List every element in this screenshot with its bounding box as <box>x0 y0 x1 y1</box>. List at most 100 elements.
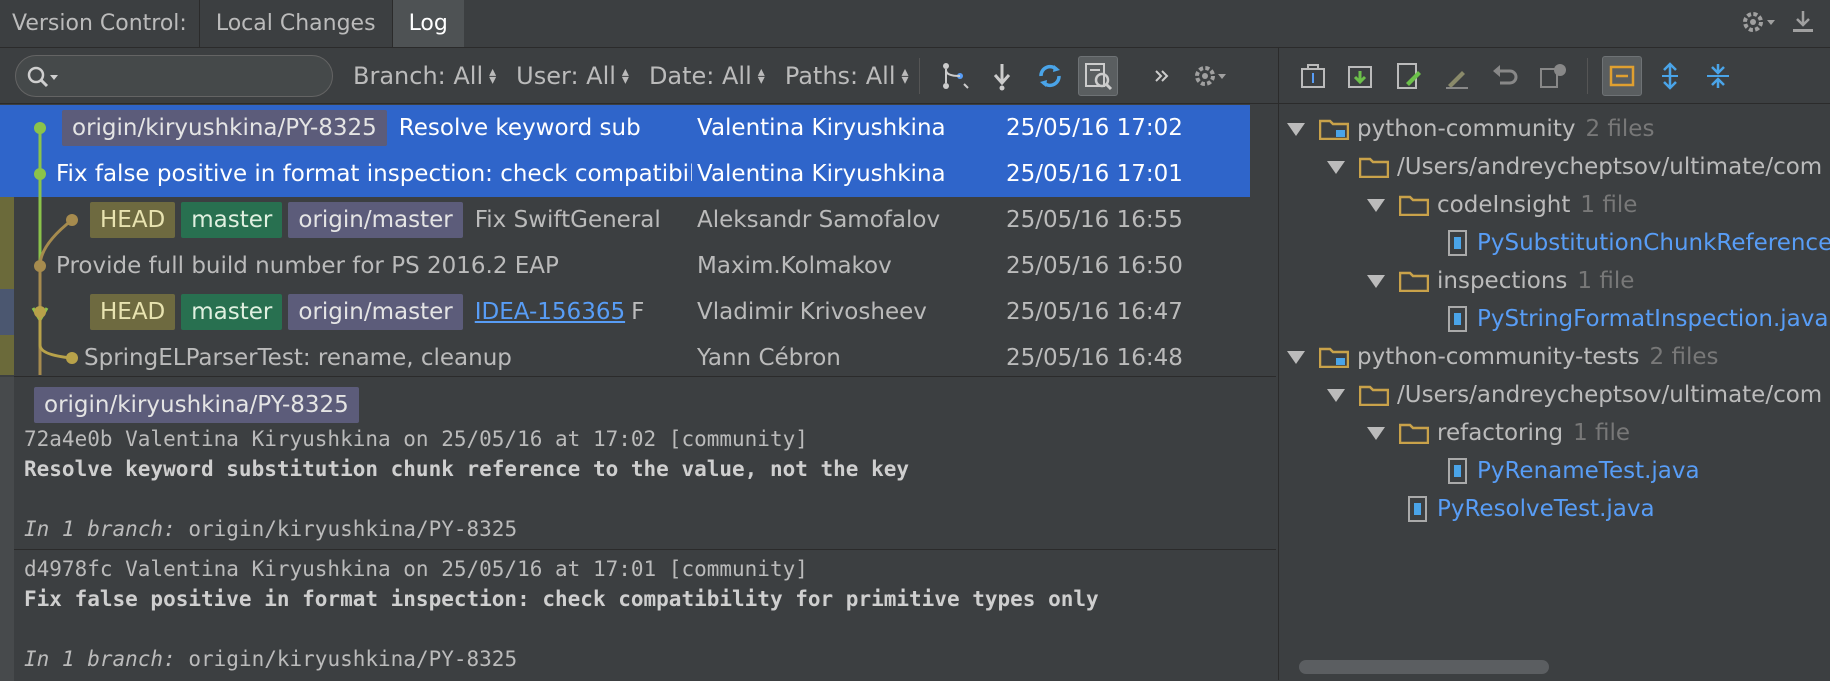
branch-prefix: In 1 branch: <box>24 517 176 541</box>
tab-log[interactable]: Log <box>391 0 464 47</box>
branch-filter-label: Branch: All <box>353 61 484 90</box>
updown-arrow-icon: ▴ ▾ <box>901 63 909 88</box>
details-header: d4978fc Valentina Kiryushkina on 25/05/1… <box>24 557 808 581</box>
cherry-pick-icon[interactable] <box>1293 56 1333 96</box>
settings-gear-icon[interactable] <box>1190 56 1230 96</box>
ref-label-master: master <box>181 294 283 330</box>
hide-panel-icon[interactable] <box>1790 8 1816 40</box>
tree-folder-node[interactable]: /Users/andreycheptsov/ultimate/com <box>1327 148 1822 186</box>
tree-file-label: PyRenameTest.java <box>1477 458 1700 484</box>
commit-row[interactable]: HEAD master origin/master IDEA-156365 F … <box>0 289 1250 335</box>
commit-row[interactable]: HEAD master origin/master Fix SwiftGener… <box>0 197 1250 243</box>
tree-node-label: python-community-tests <box>1357 344 1640 370</box>
tab-local-changes[interactable]: Local Changes <box>198 0 392 47</box>
group-by-directory-icon[interactable] <box>1602 55 1642 96</box>
date-filter[interactable]: Date: All ▴ ▾ <box>649 62 765 90</box>
more-icon[interactable] <box>1142 56 1182 96</box>
commit-row[interactable]: SpringELParserTest: rename, cleanup Yann… <box>0 335 1250 375</box>
java-file-icon <box>1448 306 1467 332</box>
java-file-icon <box>1448 230 1467 256</box>
tree-folder-node[interactable]: refactoring 1 file <box>1367 414 1630 452</box>
commit-message: Fix SwiftGeneral <box>474 207 661 233</box>
tree-module-node[interactable]: python-community 2 files <box>1287 110 1654 148</box>
tree-horizontal-scrollbar[interactable] <box>1299 660 1549 674</box>
search-input[interactable] <box>15 54 333 97</box>
details-gutter <box>0 377 14 681</box>
ref-label-head: HEAD <box>90 294 176 330</box>
commit-message: F <box>631 299 645 325</box>
graph-node <box>66 352 78 364</box>
get-from-branch-icon[interactable] <box>1341 56 1381 96</box>
ref-label-origin: origin/master <box>288 294 463 330</box>
vcs-tab-bar: Version Control: Local Changes Log <box>0 0 1830 48</box>
show-details-icon[interactable] <box>1077 55 1118 96</box>
commit-date: 25/05/16 17:01 <box>1006 161 1183 187</box>
tree-folder-node[interactable]: inspections 1 file <box>1367 262 1634 300</box>
commit-row[interactable]: Provide full build number for PS 2016.2 … <box>0 243 1250 289</box>
branch-filter[interactable]: Branch: All ▴ ▾ <box>353 62 496 90</box>
commit-message: Fix false positive in format inspection:… <box>56 161 692 187</box>
branch-name[interactable]: origin/kiryushkina/PY-8325 <box>188 517 517 541</box>
issue-link[interactable]: IDEA-156365 <box>475 299 625 325</box>
collapse-all-icon[interactable] <box>1698 56 1738 96</box>
expand-triangle-icon[interactable] <box>1327 388 1345 402</box>
expand-triangle-icon[interactable] <box>1287 122 1305 136</box>
tree-file-node[interactable]: PyStringFormatInspection.java <box>1447 300 1828 338</box>
user-filter[interactable]: User: All ▴ ▾ <box>516 62 629 90</box>
edit-icon[interactable] <box>1437 56 1477 96</box>
commit-row[interactable]: Fix false positive in format inspection:… <box>0 151 1250 197</box>
details-ref-label: origin/kiryushkina/PY-8325 <box>34 387 359 423</box>
branch-name[interactable]: origin/kiryushkina/PY-8325 <box>188 647 517 671</box>
branches-graph-icon[interactable] <box>934 56 974 96</box>
graph-line-tan <box>38 218 73 267</box>
expand-triangle-icon[interactable] <box>1287 350 1305 364</box>
expand-triangle-icon[interactable] <box>1367 274 1385 288</box>
gear-icon[interactable] <box>1740 8 1776 40</box>
commit-details: origin/kiryushkina/PY-8325 72a4e0b Valen… <box>0 376 1276 681</box>
commit-graph <box>31 122 78 375</box>
toolbar-separator <box>918 57 920 94</box>
edit-source-icon[interactable] <box>1389 56 1429 96</box>
tree-folder-node[interactable]: codeInsight 1 file <box>1367 186 1637 224</box>
tree-node-label: /Users/andreycheptsov/ultimate/com <box>1397 382 1823 408</box>
tree-file-node[interactable]: PySubstitutionChunkReference. <box>1447 224 1830 262</box>
expand-triangle-icon[interactable] <box>1367 426 1385 440</box>
updown-arrow-icon: ▴ ▾ <box>489 63 497 88</box>
tree-file-label: PyResolveTest.java <box>1437 496 1655 522</box>
commit-row[interactable]: origin/kiryushkina/PY-8325 Resolve keywo… <box>0 105 1250 151</box>
revert-icon[interactable] <box>1485 56 1525 96</box>
tree-node-label: inspections <box>1437 268 1568 294</box>
refresh-icon[interactable] <box>1030 56 1070 96</box>
updown-arrow-icon: ▴ ▾ <box>621 63 629 88</box>
show-diff-icon[interactable] <box>1533 56 1573 96</box>
module-folder-icon <box>1319 119 1349 140</box>
tree-node-count: 2 files <box>1585 116 1655 142</box>
tree-node-count: 2 files <box>1649 344 1719 370</box>
ref-label-master: master <box>181 202 283 238</box>
changes-toolbar <box>1279 48 1830 104</box>
expand-all-icon[interactable] <box>1650 56 1690 96</box>
toolbar-separator <box>1587 57 1588 94</box>
graph-node <box>34 168 46 180</box>
java-file-icon <box>1408 496 1427 522</box>
tree-module-node[interactable]: python-community-tests 2 files <box>1287 338 1718 376</box>
paths-filter[interactable]: Paths: All ▴ ▾ <box>785 62 909 90</box>
search-icon <box>26 65 66 93</box>
go-to-hash-icon[interactable] <box>982 56 1022 96</box>
folder-icon <box>1399 423 1429 444</box>
tree-node-count: 1 file <box>1577 268 1635 294</box>
java-file-icon <box>1448 458 1467 484</box>
commit-author: Vladimir Krivosheev <box>697 299 927 325</box>
tree-file-node[interactable]: PyRenameTest.java <box>1447 452 1700 490</box>
commit-author: Maxim.Kolmakov <box>697 253 892 279</box>
ref-label-head: HEAD <box>90 202 176 238</box>
expand-triangle-icon[interactable] <box>1327 160 1345 174</box>
details-branches: In 1 branch: origin/kiryushkina/PY-8325 <box>24 647 517 671</box>
expand-triangle-icon[interactable] <box>1367 198 1385 212</box>
folder-icon <box>1399 195 1429 216</box>
commit-date: 25/05/16 16:55 <box>1006 207 1183 233</box>
tree-file-node[interactable]: PyResolveTest.java <box>1407 490 1655 528</box>
commit-author: Valentina Kiryushkina <box>697 161 946 187</box>
tree-folder-node[interactable]: /Users/andreycheptsov/ultimate/com <box>1327 376 1822 414</box>
details-subject: Fix false positive in format inspection:… <box>24 587 1099 611</box>
